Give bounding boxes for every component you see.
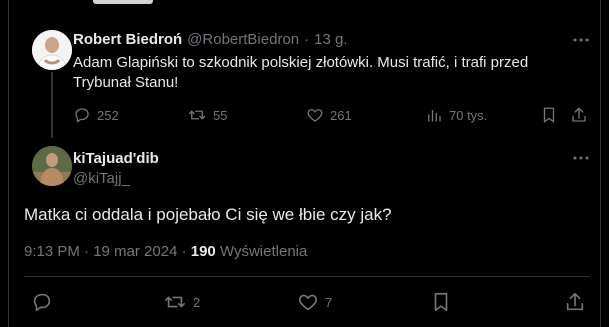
bookmark-button[interactable]: [430, 291, 452, 313]
views-button[interactable]: 70 tys.: [425, 106, 487, 124]
tweet-header-handle: @kiTajj_: [73, 170, 130, 187]
share-icon: [572, 107, 586, 122]
tweet-text: Adam Glapiński to szkodnik polskiej złot…: [73, 53, 528, 93]
reply-button[interactable]: 252: [73, 106, 119, 124]
more-icon: [573, 38, 589, 42]
tweet-time[interactable]: 13 g.: [314, 31, 347, 48]
bookmark-icon: [434, 292, 448, 312]
reply-icon: [33, 293, 51, 312]
like-count: 261: [330, 107, 352, 123]
more-button[interactable]: [571, 30, 591, 50]
view-count: 70 tys.: [449, 107, 488, 123]
tweet-timestamp[interactable]: 9:13 PM · 19 mar 2024 ·: [24, 243, 187, 260]
retweet-icon: [188, 110, 206, 120]
avatar[interactable]: [32, 30, 72, 70]
retweet-icon: [165, 296, 185, 308]
reply-icon: [75, 108, 89, 123]
bookmark-icon: [543, 107, 555, 123]
views-label: Wyświetlenia: [219, 243, 308, 260]
avatar-photo: [32, 30, 72, 70]
avatar[interactable]: [32, 146, 72, 186]
reply-count: 252: [97, 107, 119, 123]
like-button[interactable]: 7: [297, 291, 332, 313]
view-count: 190: [190, 243, 216, 260]
header-separator: ·: [304, 31, 310, 48]
timeline-column: Robert Biedroń @RobertBiedron · 13 g. Ad…: [8, 0, 601, 327]
avatar-photo: [32, 146, 72, 186]
like-count: 7: [325, 294, 333, 310]
retweet-button[interactable]: 55: [187, 106, 227, 124]
reply-button[interactable]: [31, 291, 59, 313]
author-name[interactable]: kiTajuad'dib: [73, 150, 159, 167]
retweet-button[interactable]: 2: [163, 291, 200, 313]
thread-connector: [51, 72, 53, 138]
more-icon: [573, 156, 589, 160]
tweet-meta: 9:13 PM · 19 mar 2024 · 190 Wyświetlenia: [24, 243, 307, 260]
like-button[interactable]: 261: [306, 106, 352, 124]
author-name[interactable]: Robert Biedroń: [73, 31, 182, 48]
divider: [24, 276, 590, 277]
tweet-header: Robert Biedroń @RobertBiedron · 13 g.: [73, 31, 348, 48]
heart-icon: [298, 294, 318, 311]
heart-icon: [307, 109, 323, 122]
more-button[interactable]: [571, 148, 591, 168]
tweet-header: kiTajuad'dib: [73, 150, 159, 167]
share-icon: [566, 292, 584, 311]
share-button[interactable]: [564, 291, 586, 313]
author-handle[interactable]: @kiTajj_: [73, 170, 130, 187]
tweet-text: Matka ci oddala i pojebało Ci się we łbi…: [24, 205, 392, 224]
share-button[interactable]: [570, 106, 588, 124]
views-chart-icon: [428, 109, 441, 122]
bookmark-button[interactable]: [540, 106, 558, 124]
author-handle[interactable]: @RobertBiedron: [187, 31, 299, 48]
tweet-text-line: Trybunał Stanu!: [73, 74, 179, 91]
retweet-count: 55: [213, 107, 228, 123]
previous-tweet-edge: [93, 0, 153, 4]
retweet-count: 2: [193, 294, 201, 310]
tweet-text-line: Adam Glapiński to szkodnik polskiej złot…: [73, 54, 529, 71]
